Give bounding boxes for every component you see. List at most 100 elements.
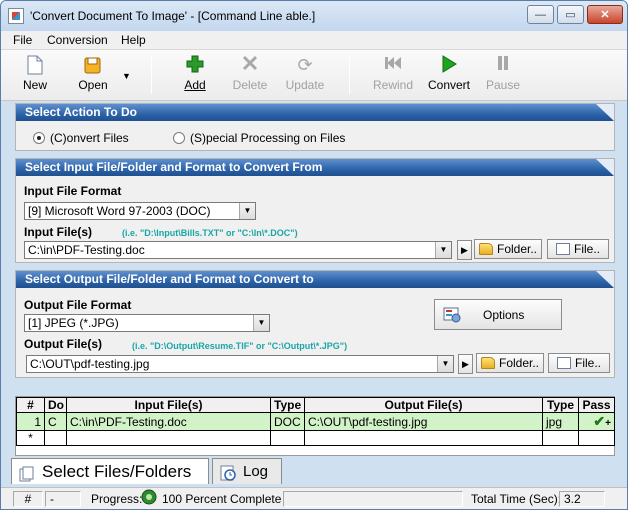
- status-bar: # - Progress: 100 Percent Complete Total…: [1, 487, 627, 509]
- cell-input-type[interactable]: DOC: [270, 412, 305, 431]
- input-play-button[interactable]: ▶: [457, 240, 472, 260]
- chevron-down-icon[interactable]: ▼: [239, 203, 255, 219]
- app-icon: [8, 8, 24, 24]
- progress-text: 100 Percent Complete: [162, 492, 282, 506]
- special-processing-label[interactable]: (S)pecial Processing on Files: [190, 131, 345, 145]
- menu-conversion[interactable]: Conversion: [47, 33, 108, 47]
- chevron-down-icon[interactable]: ▼: [253, 315, 269, 331]
- output-play-button[interactable]: ▶: [458, 354, 473, 374]
- col-pass[interactable]: Pass: [578, 397, 615, 413]
- output-folder-button[interactable]: Folder..: [476, 353, 544, 373]
- options-button[interactable]: Options: [434, 299, 562, 330]
- cell-output-type[interactable]: jpg: [542, 412, 579, 431]
- toolbar: New Open ▼ Add Delete ⟳ Update Rewind Co…: [1, 50, 627, 101]
- rewind-button[interactable]: Rewind: [369, 53, 417, 97]
- menu-file[interactable]: File: [13, 33, 32, 47]
- options-icon: [443, 307, 461, 323]
- cell-pass[interactable]: ✔+: [578, 412, 615, 431]
- total-time-label: Total Time (Sec):: [471, 492, 562, 506]
- file-icon: [555, 243, 570, 255]
- folder-icon: [480, 357, 495, 369]
- output-file-button-label: File..: [574, 356, 601, 370]
- table-row-new[interactable]: *: [16, 430, 615, 446]
- col-number[interactable]: #: [16, 397, 45, 413]
- status-dash: -: [45, 491, 81, 507]
- col-output-files[interactable]: Output File(s): [304, 397, 543, 413]
- menu-bar: File Conversion Help: [1, 31, 627, 50]
- table-row[interactable]: 1 C C:\in\PDF-Testing.doc DOC C:\OUT\pdf…: [16, 412, 615, 431]
- cell-empty[interactable]: [578, 430, 615, 446]
- input-format-label: Input File Format: [24, 184, 122, 198]
- toolbar-separator: [349, 56, 350, 94]
- progress-icon: [141, 489, 157, 505]
- chevron-down-icon: ▼: [122, 71, 131, 81]
- input-format-select[interactable]: [9] Microsoft Word 97-2003 (DOC) ▼: [24, 202, 256, 220]
- convert-files-radio[interactable]: [33, 132, 45, 144]
- col-input-files[interactable]: Input File(s): [66, 397, 271, 413]
- output-file-button[interactable]: File..: [548, 353, 610, 373]
- status-empty: [283, 491, 463, 507]
- output-file-hint: (i.e. "D:\Output\Resume.TIF" or "C:\Outp…: [132, 341, 348, 351]
- input-file-button-label: File..: [573, 242, 600, 256]
- cell-empty[interactable]: [44, 430, 67, 446]
- pause-button[interactable]: Pause: [481, 53, 525, 97]
- chevron-down-icon[interactable]: ▼: [435, 242, 451, 258]
- col-do[interactable]: Do: [44, 397, 67, 413]
- add-label: Add: [184, 78, 206, 92]
- input-file-button[interactable]: File..: [547, 239, 609, 259]
- cell-input-file[interactable]: C:\in\PDF-Testing.doc: [66, 412, 271, 431]
- total-time-value: 3.2: [559, 491, 605, 507]
- input-format-value: [9] Microsoft Word 97-2003 (DOC): [28, 204, 211, 218]
- convert-label: Convert: [427, 78, 471, 92]
- plus-icon: [185, 55, 205, 75]
- pause-icon: [493, 55, 513, 75]
- new-button[interactable]: New: [13, 53, 57, 97]
- cell-output-file[interactable]: C:\OUT\pdf-testing.jpg: [304, 412, 543, 431]
- input-panel-header: Select Input File/Folder and Format to C…: [16, 159, 614, 176]
- input-file-hint: (i.e. "D:\Input\Bills.TXT" or "C:\In\*.D…: [122, 228, 298, 238]
- tab-log[interactable]: Log: [212, 458, 282, 484]
- input-file-field[interactable]: C:\in\PDF-Testing.doc ▼: [24, 241, 452, 259]
- menu-help[interactable]: Help: [121, 33, 146, 47]
- convert-button[interactable]: Convert: [425, 53, 473, 97]
- file-icon: [556, 357, 571, 369]
- convert-files-label[interactable]: (C)onvert Files: [50, 131, 129, 145]
- update-button[interactable]: ⟳ Update: [283, 53, 327, 97]
- col-input-type[interactable]: Type: [270, 397, 305, 413]
- minimize-button[interactable]: —: [527, 5, 554, 24]
- play-small-icon: ▶: [461, 245, 468, 255]
- files-icon: [19, 464, 35, 482]
- input-folder-button[interactable]: Folder..: [474, 239, 542, 259]
- cell-do[interactable]: C: [44, 412, 67, 431]
- chevron-down-icon[interactable]: ▼: [437, 356, 453, 372]
- delete-button[interactable]: Delete: [228, 53, 272, 97]
- output-format-select[interactable]: [1] JPEG (*.JPG) ▼: [24, 314, 270, 332]
- output-format-label: Output File Format: [24, 298, 132, 312]
- app-window: 'Convert Document To Image' - [Command L…: [0, 0, 628, 510]
- rewind-label: Rewind: [372, 78, 414, 92]
- special-processing-radio[interactable]: [173, 132, 185, 144]
- output-file-field[interactable]: C:\OUT\pdf-testing.jpg ▼: [26, 355, 454, 373]
- close-button[interactable]: ✕: [587, 5, 623, 24]
- input-folder-label: Folder..: [496, 242, 538, 256]
- open-folder-icon: [83, 55, 103, 75]
- tab-select-files[interactable]: Select Files/Folders: [11, 458, 209, 484]
- file-grid[interactable]: # Do Input File(s) Type Output File(s) T…: [15, 396, 615, 456]
- pause-label: Pause: [485, 78, 521, 92]
- new-label: New: [22, 78, 47, 92]
- grid-header-row: # Do Input File(s) Type Output File(s) T…: [16, 397, 615, 413]
- open-button[interactable]: Open: [71, 53, 115, 97]
- cell-new-marker[interactable]: *: [16, 430, 45, 446]
- add-button[interactable]: Add: [173, 53, 217, 97]
- bottom-tabs: Select Files/Folders Log: [11, 458, 611, 484]
- cell-empty[interactable]: [270, 430, 305, 446]
- col-output-type[interactable]: Type: [542, 397, 579, 413]
- cell-number[interactable]: 1: [16, 412, 45, 431]
- cell-empty[interactable]: [66, 430, 271, 446]
- open-dropdown[interactable]: ▼: [119, 53, 133, 97]
- tab-select-files-label: Select Files/Folders: [42, 462, 192, 481]
- maximize-button[interactable]: ▭: [557, 5, 584, 24]
- cell-empty[interactable]: [542, 430, 579, 446]
- output-folder-label: Folder..: [498, 356, 540, 370]
- cell-empty[interactable]: [304, 430, 543, 446]
